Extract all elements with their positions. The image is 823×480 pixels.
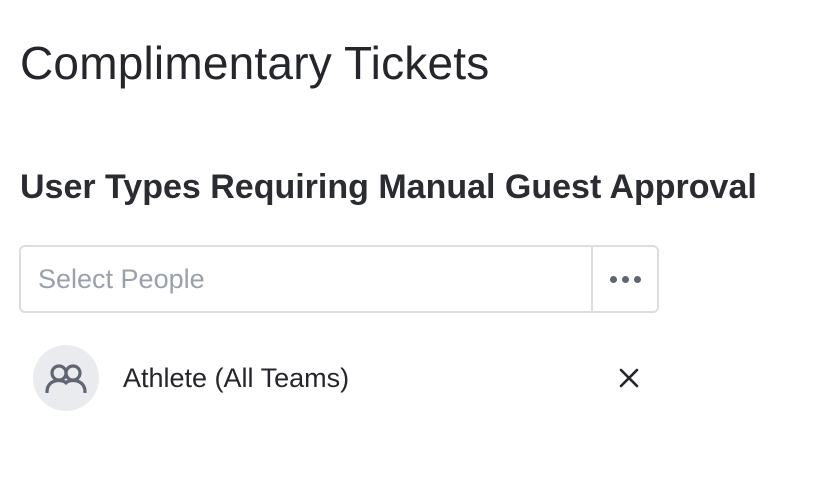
people-picker <box>19 245 659 313</box>
remove-user-type-button[interactable] <box>614 363 644 393</box>
selected-user-type-item: Athlete (All Teams) <box>33 345 653 411</box>
ellipsis-horizontal-icon <box>609 275 617 283</box>
complimentary-tickets-page: Complimentary Tickets User Types Requiri… <box>0 0 823 480</box>
group-users-icon <box>45 364 87 393</box>
page-title: Complimentary Tickets <box>20 37 490 89</box>
more-options-button[interactable] <box>591 247 657 311</box>
select-people-input[interactable] <box>21 247 591 311</box>
user-type-label: Athlete (All Teams) <box>123 362 350 393</box>
close-icon <box>619 368 639 388</box>
section-title: User Types Requiring Manual Guest Approv… <box>20 168 757 206</box>
avatar <box>33 345 99 411</box>
